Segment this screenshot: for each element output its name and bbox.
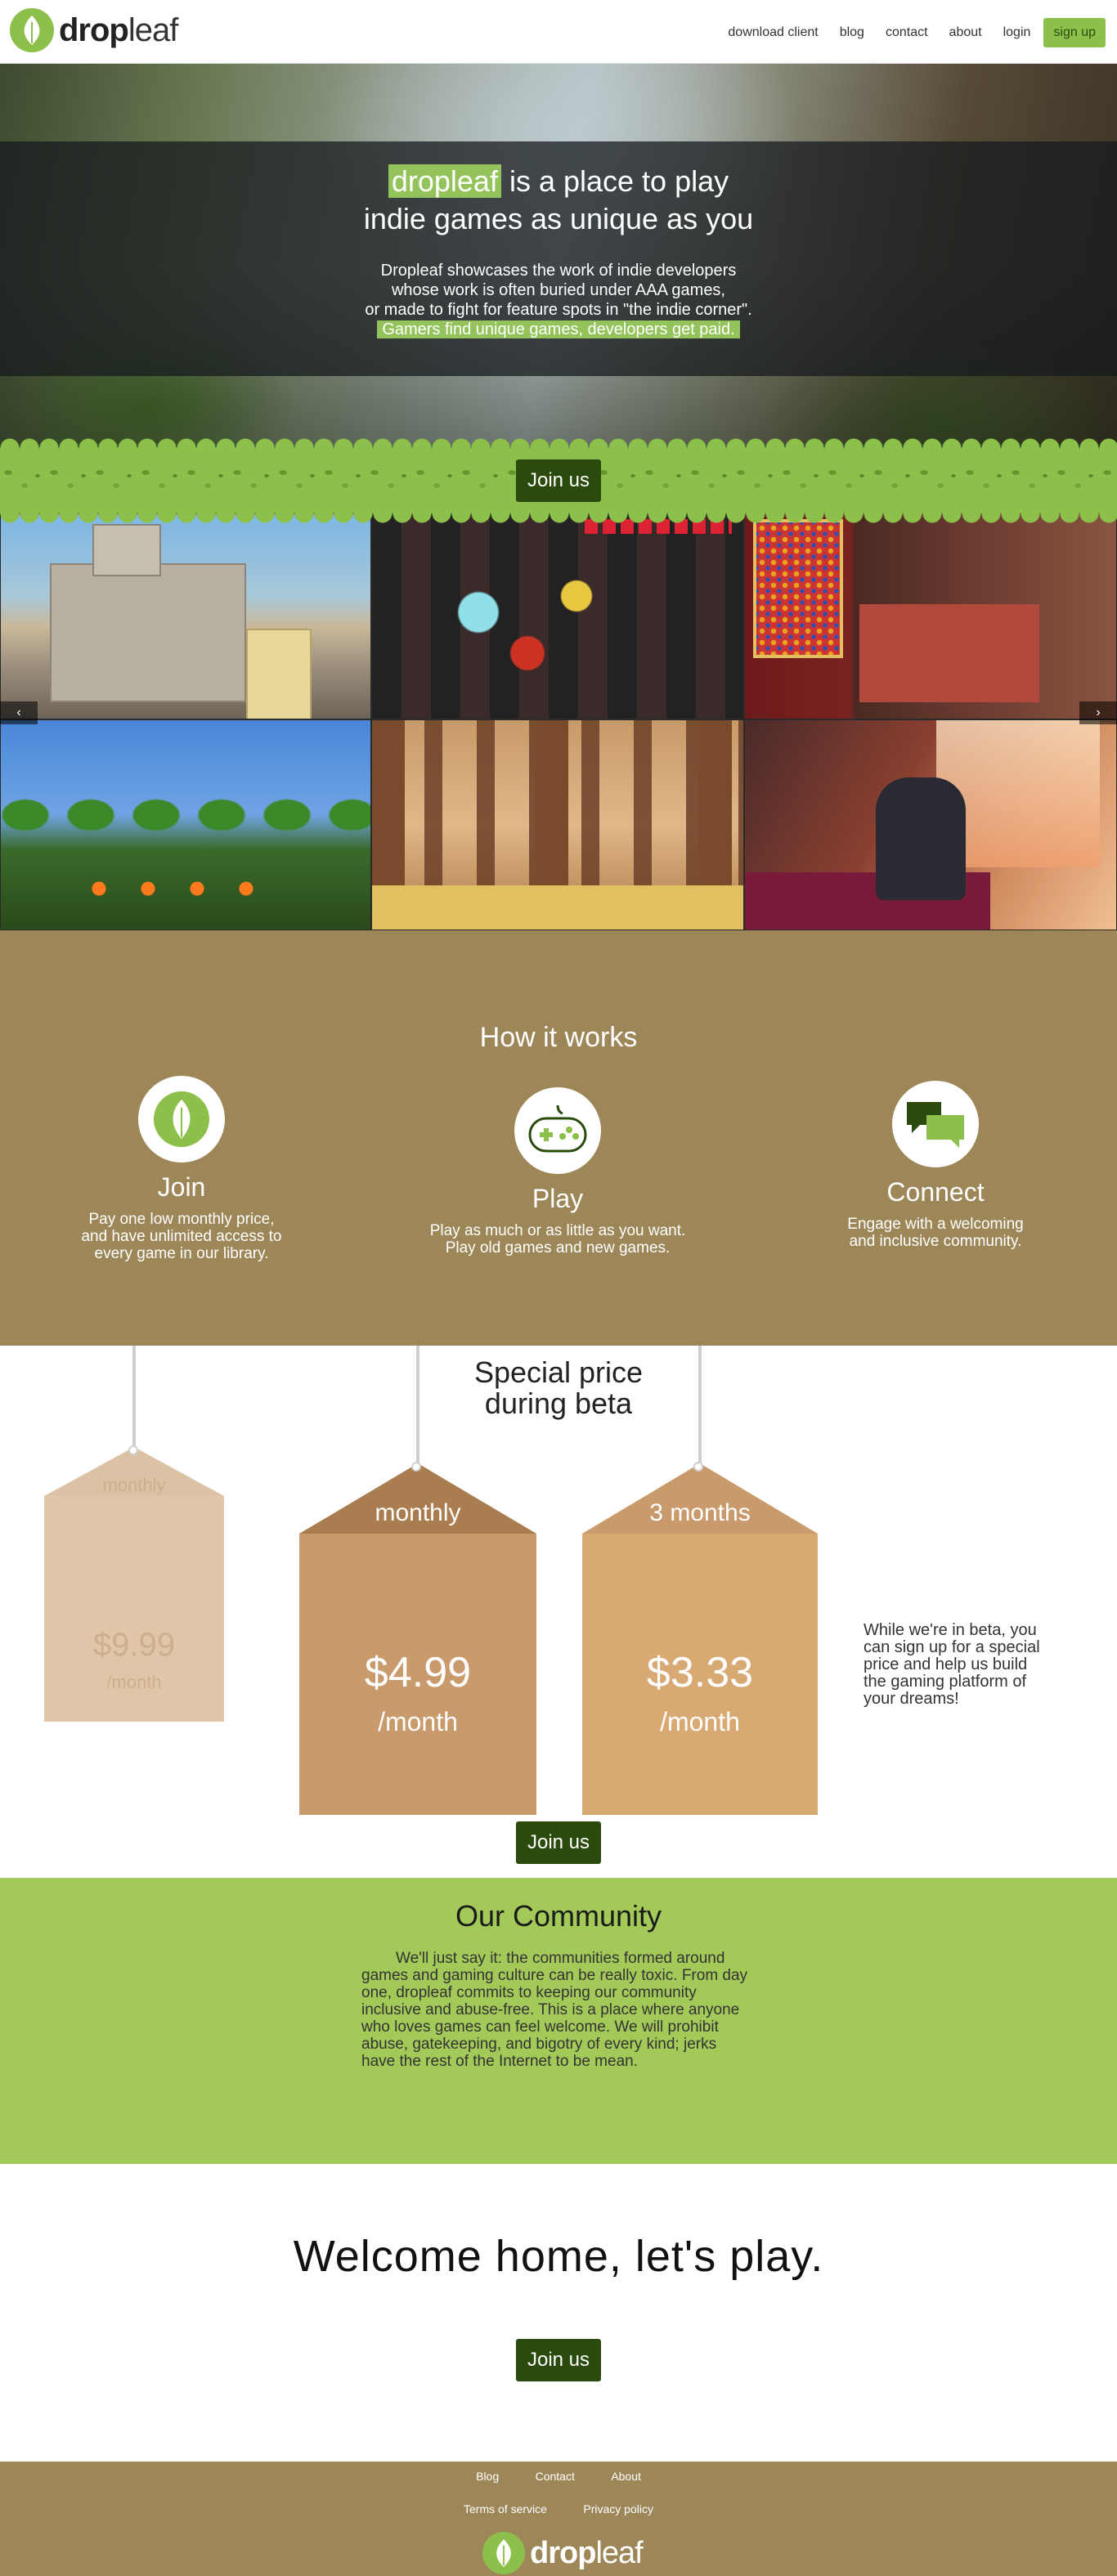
hero-description: Dropleaf showcases the work of indie dev… xyxy=(0,261,1117,339)
chat-bubbles-icon xyxy=(892,1081,979,1167)
welcome-title: Welcome home, let's play. xyxy=(293,2232,824,2281)
tag-period: 3 months xyxy=(649,1499,751,1526)
hero-highlight-line: Gamers find unique games, developers get… xyxy=(0,320,1117,339)
painting-shape xyxy=(753,519,843,658)
scallop-edge xyxy=(0,438,1117,458)
game-screenshot[interactable] xyxy=(371,513,744,719)
desk-shape xyxy=(859,604,1039,702)
tag-price: $4.99 xyxy=(364,1649,472,1696)
section-title: How it works xyxy=(479,1022,638,1053)
hero-title-rest: is a place to play xyxy=(500,164,729,198)
character-shape xyxy=(246,629,312,719)
nav-link-download-client[interactable]: download client xyxy=(728,19,818,47)
tag-unit: /month xyxy=(378,1707,458,1736)
hero-line: Dropleaf showcases the work of indie dev… xyxy=(380,262,737,280)
gamepad-icon xyxy=(514,1087,601,1174)
tag-body: $4.99 /month xyxy=(299,1534,536,1815)
logo-wordmark: dropleaf xyxy=(59,11,178,48)
leaf-divider: Join us xyxy=(0,438,1117,523)
carousel-next-button[interactable]: › xyxy=(1079,701,1117,724)
hero-line: whose work is often buried under AAA gam… xyxy=(391,281,725,299)
footer: Blog Contact About Terms of service Priv… xyxy=(0,2462,1117,2576)
nav-links: download client blog contact about login… xyxy=(707,18,1106,47)
feature-title: Play xyxy=(532,1184,584,1213)
feature-description: Engage with a welcoming and inclusive co… xyxy=(847,1216,1024,1250)
nav-link-login[interactable]: login xyxy=(1003,19,1031,47)
tree-trunk xyxy=(372,720,405,889)
signup-button[interactable]: sign up xyxy=(1043,18,1106,47)
tag-price: $9.99 xyxy=(92,1627,176,1663)
price-tag-monthly[interactable]: monthly $4.99 /month xyxy=(299,1462,536,1815)
tag-hole xyxy=(128,1445,138,1455)
footer-link-privacy[interactable]: Privacy policy xyxy=(583,2501,653,2517)
old-price-tag: monthly $9.99 /month xyxy=(44,1445,224,1722)
game-screenshot[interactable] xyxy=(744,513,1117,719)
game-screenshot[interactable] xyxy=(0,719,371,930)
game-screenshot[interactable] xyxy=(0,513,371,719)
feature-play: Play Play as much or as little as you wa… xyxy=(386,1087,729,1257)
tag-unit: /month xyxy=(106,1672,162,1692)
welcome-section: Welcome home, let's play. Join us xyxy=(0,2164,1117,2462)
logo[interactable]: dropleaf xyxy=(10,8,178,52)
nav-link-contact[interactable]: contact xyxy=(886,19,928,47)
footer-links: Blog Contact About xyxy=(0,2468,1117,2484)
tag-body: $9.99 /month xyxy=(44,1496,224,1722)
carousel-prev-button[interactable]: ‹ xyxy=(0,701,38,724)
tag-unit: /month xyxy=(660,1707,740,1736)
footer-link-terms[interactable]: Terms of service xyxy=(464,2501,547,2517)
leaf-logo-icon xyxy=(10,8,54,52)
feature-description: Pay one low monthly price, and have unli… xyxy=(81,1211,282,1262)
feature-join: Join Pay one low monthly price, and have… xyxy=(10,1076,353,1262)
games-carousel: ‹ › xyxy=(0,513,1117,930)
join-us-button[interactable]: Join us xyxy=(515,1821,602,1864)
tag-hole xyxy=(411,1462,421,1472)
tree-trunk xyxy=(536,720,568,889)
feature-description: Play as much or as little as you want. P… xyxy=(429,1222,686,1257)
leaf-logo-icon xyxy=(482,2532,525,2574)
fire-shape xyxy=(74,872,287,905)
feature-title: Join xyxy=(157,1172,206,1202)
tag-body: $3.33 /month xyxy=(582,1534,818,1815)
logo-wordmark: dropleaf xyxy=(530,2535,644,2570)
feature-connect: Connect Engage with a welcoming and incl… xyxy=(764,1081,1107,1250)
hero-panel: dropleaf is a place to play indie games … xyxy=(0,141,1117,376)
how-it-works-section: How it works Join Pay one low monthly pr… xyxy=(0,930,1117,1346)
hero-title-line2: indie games as unique as you xyxy=(363,202,754,235)
hero-title-highlight: dropleaf xyxy=(388,164,501,198)
leaf-icon xyxy=(138,1076,225,1163)
pricing-section: Special price during beta monthly $9.99 … xyxy=(0,1346,1117,1878)
footer-link-blog[interactable]: Blog xyxy=(476,2468,499,2484)
pricing-title: Special price during beta xyxy=(473,1355,644,1420)
join-us-button[interactable]: Join us xyxy=(515,459,602,502)
beta-note: While we're in beta, you can sign up for… xyxy=(864,1621,1040,1708)
top-nav: dropleaf download client blog contact ab… xyxy=(0,0,1117,64)
nav-link-blog[interactable]: blog xyxy=(840,19,864,47)
price-tag-3-months[interactable]: 3 months $3.33 /month xyxy=(582,1462,818,1815)
hero-title: dropleaf is a place to play xyxy=(0,163,1117,200)
tag-hole xyxy=(693,1462,703,1472)
community-section: Our Community We'll just say it: the com… xyxy=(0,1878,1117,2164)
nav-link-about[interactable]: about xyxy=(949,19,982,47)
hero-line: or made to fight for feature spots in "t… xyxy=(365,301,752,319)
section-title: Our Community xyxy=(455,1899,662,1933)
tree-trunk xyxy=(699,720,732,889)
game-screenshot[interactable] xyxy=(744,719,1117,930)
footer-link-about[interactable]: About xyxy=(611,2468,641,2484)
person-shape xyxy=(876,777,966,900)
community-text: We'll just say it: the communities forme… xyxy=(361,1950,748,2070)
footer-legal-links: Terms of service Privacy policy xyxy=(0,2501,1117,2517)
scallop-edge xyxy=(0,504,1117,523)
castle-shape xyxy=(50,524,246,702)
game-screenshot[interactable] xyxy=(371,719,744,930)
hero-banner: dropleaf is a place to play indie games … xyxy=(0,64,1117,448)
ground-shape xyxy=(372,885,743,930)
footer-link-contact[interactable]: Contact xyxy=(536,2468,575,2484)
join-us-button[interactable]: Join us xyxy=(515,2339,602,2381)
tag-price: $3.33 xyxy=(646,1649,754,1696)
footer-logo[interactable]: dropleaf xyxy=(482,2532,644,2574)
feature-title: Connect xyxy=(886,1177,985,1207)
tag-period: monthly xyxy=(375,1499,461,1526)
tag-period: monthly xyxy=(102,1475,166,1495)
